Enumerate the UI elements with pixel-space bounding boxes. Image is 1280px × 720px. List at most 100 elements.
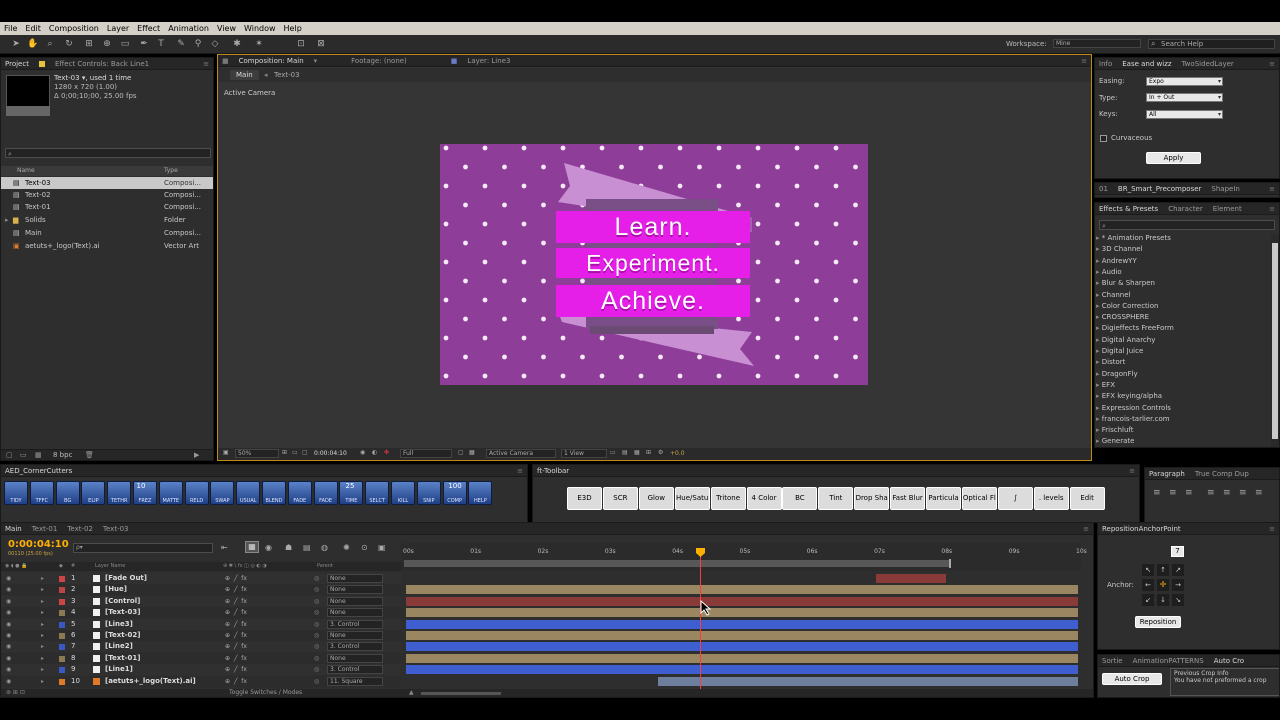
ft-toolbar-button[interactable]: Hue/Satu	[674, 487, 710, 510]
tab-auto-crop[interactable]: Auto Cro	[1214, 657, 1244, 665]
layer-name[interactable]: [aetuts+_logo(Text).ai]	[105, 676, 196, 687]
brainstorm-icon[interactable]: ✺	[343, 543, 350, 552]
rotate-tool-icon[interactable]: ↻	[64, 39, 74, 49]
label-color-swatch[interactable]	[59, 655, 65, 662]
parent-select[interactable]: 11. Square	[327, 676, 383, 686]
anchor-bottom-right-icon[interactable]: ↘	[1172, 594, 1184, 606]
effects-category-item[interactable]: EFX	[1096, 380, 1115, 391]
project-row-logo[interactable]: ▣ aetuts+_logo(Text).ai Vector Art	[1, 240, 213, 252]
layer-name[interactable]: [Text-02]	[105, 630, 141, 641]
aed-button[interactable]: RELD	[184, 481, 209, 505]
graph-editor-icon[interactable]: ▣	[378, 543, 386, 552]
tab-animation-patterns[interactable]: AnimationPATTERNS	[1133, 657, 1204, 665]
search-help-input[interactable]: Search Help	[1148, 39, 1275, 49]
twirl-triangle-icon[interactable]: ▸	[41, 664, 44, 675]
project-row-text02[interactable]: ▤ Text-02 Composi...	[1, 189, 213, 201]
pickwhip-icon[interactable]: ◎	[314, 584, 319, 595]
effects-scrollbar[interactable]	[1271, 235, 1279, 447]
layer-switches-icon[interactable]: ⊕ ╱ fx	[225, 584, 247, 595]
snapshot-icon[interactable]: ◉	[360, 449, 365, 456]
parent-select[interactable]: None	[327, 631, 383, 640]
label-color-swatch[interactable]	[59, 667, 65, 674]
mask-visibility-icon[interactable]: ▭	[292, 449, 298, 456]
eye-icon[interactable]: ◉	[6, 664, 11, 675]
tab-project[interactable]: Project	[5, 60, 29, 68]
justify-center-icon[interactable]: ≡	[1223, 488, 1231, 498]
comp-flowchart-icon[interactable]: ⊛ ⊞ ⊡	[6, 689, 25, 696]
layer-switches-icon[interactable]: ⊕ ╱ fx	[225, 619, 247, 630]
tab-ft-toolbar[interactable]: ft-Toolbar	[537, 467, 569, 475]
auto-keyframe-icon[interactable]: ⊙	[361, 543, 368, 552]
label-color-swatch[interactable]	[59, 610, 65, 617]
roi-icon[interactable]: ▢	[458, 449, 464, 456]
twirl-triangle-icon[interactable]: ▸	[41, 630, 44, 641]
layer-duration-bar[interactable]	[406, 653, 1078, 663]
eye-icon[interactable]: ◉	[6, 630, 11, 641]
interpret-footage-icon[interactable]: ▢	[6, 451, 13, 459]
justify-all-icon[interactable]: ≡	[1255, 488, 1263, 498]
layer-switches-icon[interactable]: ⊕ ╱ fx	[225, 653, 247, 664]
views-select[interactable]: 1 View	[561, 449, 607, 458]
timeline-search-input[interactable]: ρ▾	[73, 543, 213, 553]
tab-footage[interactable]: Footage: (none)	[351, 57, 407, 65]
effects-category-item[interactable]: Digieffects FreeForm	[1096, 323, 1174, 334]
hide-shy-icon[interactable]: ☗	[285, 543, 292, 552]
tab-01[interactable]: 01	[1099, 185, 1108, 193]
eye-icon[interactable]: ◉	[6, 676, 11, 687]
motion-blur-icon[interactable]: ◍	[321, 543, 328, 552]
draft-3d-icon[interactable]: ◉	[265, 543, 272, 552]
parent-select[interactable]: None	[327, 574, 383, 583]
aed-button[interactable]: TIDY	[4, 481, 28, 505]
align-left-icon[interactable]: ≡	[1153, 488, 1161, 498]
panel-menu-icon[interactable]: ≡	[1081, 57, 1087, 65]
project-row-main[interactable]: ▤ Main Composi...	[1, 227, 213, 239]
project-row-solids[interactable]: ▸ ▆ Solids Folder	[1, 214, 213, 226]
timeline-layer-row[interactable]: ◉ ▸ 10 [aetuts+_logo(Text).ai] ⊕ ╱ fx ◎ 11. Sq…	[1, 675, 401, 687]
pickwhip-icon[interactable]: ◎	[314, 676, 319, 687]
twirl-triangle-icon[interactable]: ▸	[41, 596, 44, 607]
panel-menu-icon[interactable]: ≡	[517, 467, 523, 475]
timeline-layer-row[interactable]: ◉ ▸ 5 [Line3] ⊕ ╱ fx ◎ 3. Control	[1, 618, 401, 630]
menu-effect[interactable]: Effect	[133, 24, 164, 33]
timeline-layer-row[interactable]: ◉ ▸ 7 [Line2] ⊕ ╱ fx ◎ 3. Control	[1, 641, 401, 653]
layer-name[interactable]: [Fade Out]	[105, 573, 147, 584]
layer-switches-icon[interactable]: ⊕ ╱ fx	[225, 573, 247, 584]
keys-select[interactable]: All	[1146, 110, 1223, 119]
workspace-select[interactable]: Mine	[1053, 39, 1141, 48]
aed-button[interactable]: BLEND	[262, 481, 286, 505]
column-type[interactable]: Type	[164, 166, 178, 176]
effects-category-item[interactable]: CROSSPHERE	[1096, 312, 1149, 323]
tab-layer[interactable]: Layer: Line3	[467, 57, 510, 65]
twirl-triangle-icon[interactable]: ▸	[41, 676, 44, 687]
layer-name[interactable]: [Line2]	[105, 641, 133, 652]
aed-button[interactable]: SWAP	[210, 481, 235, 505]
layer-switches-icon[interactable]: ⊕ ╱ fx	[225, 641, 247, 652]
label-color-swatch[interactable]	[59, 644, 65, 651]
zoom-select[interactable]: 50%	[235, 449, 279, 458]
transparency-grid-icon[interactable]: ▦	[469, 449, 475, 456]
frame-blending-icon[interactable]: ▤	[303, 543, 311, 552]
ft-toolbar-button[interactable]: BC	[782, 487, 818, 510]
easing-select[interactable]: Expo	[1146, 77, 1223, 86]
timeline-zoom-slider[interactable]	[421, 692, 501, 695]
pickwhip-icon[interactable]: ◎	[314, 641, 319, 652]
type-tool-icon[interactable]: T	[156, 39, 166, 49]
brush-tool-icon[interactable]: ✎	[176, 39, 186, 49]
menu-window[interactable]: Window	[240, 24, 280, 33]
pickwhip-icon[interactable]: ◎	[314, 664, 319, 675]
effects-category-item[interactable]: Digital Juice	[1096, 346, 1144, 357]
curvaceous-checkbox[interactable]	[1100, 135, 1107, 142]
layer-switches-icon[interactable]: ⊕ ╱ fx	[225, 630, 247, 641]
bpc-toggle[interactable]: 8 bpc	[53, 451, 72, 459]
camera-select[interactable]: Active Camera	[486, 449, 556, 458]
parent-select[interactable]: None	[327, 653, 383, 663]
puppet-tool-icon[interactable]: ✶	[254, 39, 264, 49]
anchor-bottom-left-icon[interactable]: ↙	[1142, 594, 1154, 606]
tab-composition-main[interactable]: Composition: Main	[239, 57, 304, 65]
eraser-tool-icon[interactable]: ◇	[210, 39, 220, 49]
panel-menu-icon[interactable]: ≡	[1269, 525, 1275, 533]
tab-aed-cornercutters[interactable]: AED_CornerCutters	[5, 467, 72, 475]
close-icon[interactable]: ▾	[314, 57, 318, 65]
layer-duration-bar[interactable]	[406, 619, 1078, 629]
effects-category-item[interactable]: AndrewYY	[1096, 256, 1137, 267]
